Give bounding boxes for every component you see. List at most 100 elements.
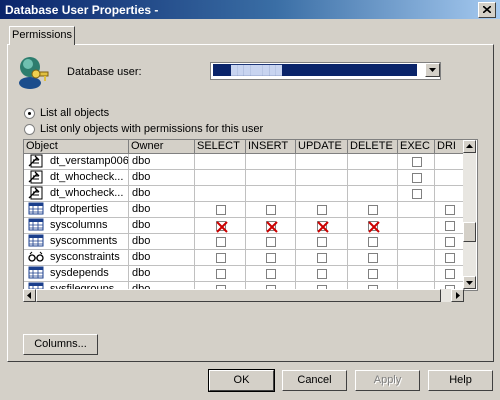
permission-cell [246, 266, 296, 282]
permission-checkbox[interactable] [412, 189, 422, 199]
deny-checkbox[interactable] [368, 221, 380, 233]
column-header-exec[interactable]: EXEC [398, 140, 435, 154]
owner-cell: dbo [129, 218, 195, 234]
object-cell[interactable]: syscolumns [24, 218, 129, 234]
permission-cell [435, 202, 465, 218]
permission-cell [195, 186, 246, 202]
column-header-owner[interactable]: Owner [129, 140, 195, 154]
owner-cell: dbo [129, 202, 195, 218]
permission-checkbox[interactable] [445, 269, 455, 279]
permission-checkbox[interactable] [368, 253, 378, 263]
permission-checkbox[interactable] [445, 237, 455, 247]
column-header-insert[interactable]: INSERT [246, 140, 296, 154]
permission-checkbox[interactable] [317, 237, 327, 247]
permission-cell [398, 170, 435, 186]
permission-cell [435, 154, 465, 170]
permission-checkbox[interactable] [412, 157, 422, 167]
owner-cell: dbo [129, 234, 195, 250]
object-cell[interactable]: sysconstraints [24, 250, 129, 266]
object-cell[interactable]: dt_whocheck... [24, 186, 129, 202]
owner-cell: dbo [129, 154, 195, 170]
permission-cell [246, 250, 296, 266]
permission-checkbox[interactable] [216, 205, 226, 215]
permission-checkbox[interactable] [317, 253, 327, 263]
permission-checkbox[interactable] [216, 269, 226, 279]
permission-checkbox[interactable] [317, 205, 327, 215]
radio-list-all-label[interactable]: List all objects [40, 107, 109, 119]
chevron-down-icon [429, 68, 436, 72]
object-cell[interactable]: sysdepends [24, 266, 129, 282]
permission-checkbox[interactable] [317, 269, 327, 279]
database-user-select[interactable]: ████████ [210, 62, 441, 80]
close-icon [483, 6, 491, 13]
tab-permissions[interactable]: Permissions [9, 26, 75, 45]
stored-procedure-icon [28, 154, 44, 168]
radio-list-permitted[interactable] [24, 124, 35, 135]
deny-x-icon [266, 221, 278, 233]
permission-checkbox[interactable] [368, 237, 378, 247]
horizontal-scrollbar[interactable] [23, 289, 464, 302]
permission-cell [246, 218, 296, 234]
permission-cell [246, 186, 296, 202]
cancel-button[interactable]: Cancel [282, 370, 347, 391]
object-name: syscomments [50, 235, 118, 247]
column-header-update[interactable]: UPDATE [296, 140, 348, 154]
permission-checkbox[interactable] [266, 205, 276, 215]
scroll-left-button[interactable] [23, 289, 36, 302]
permission-cell [435, 170, 465, 186]
horizontal-scroll-thumb[interactable] [36, 289, 441, 302]
arrow-down-icon [466, 281, 473, 285]
radio-list-permitted-label[interactable]: List only objects with permissions for t… [40, 123, 263, 135]
scroll-thumb[interactable] [463, 222, 476, 242]
permission-checkbox[interactable] [368, 205, 378, 215]
close-button[interactable] [478, 2, 496, 18]
permission-checkbox[interactable] [445, 221, 455, 231]
permission-cell [398, 202, 435, 218]
column-header-delete[interactable]: DELETE [348, 140, 398, 154]
permission-checkbox[interactable] [266, 253, 276, 263]
object-name: sysdepends [50, 267, 109, 279]
permissions-grid[interactable]: Object Owner SELECT INSERT UPDATE DELETE… [23, 139, 478, 291]
permission-checkbox[interactable] [445, 205, 455, 215]
object-cell[interactable]: dt_verstamp006 [24, 154, 129, 170]
object-name: dt_verstamp006 [50, 155, 129, 167]
permission-checkbox[interactable] [266, 237, 276, 247]
help-button[interactable]: Help [428, 370, 493, 391]
permission-cell [348, 218, 398, 234]
object-name: dt_whocheck... [50, 187, 124, 199]
object-cell[interactable]: dt_whocheck... [24, 170, 129, 186]
scroll-right-button[interactable] [451, 289, 464, 302]
permission-checkbox[interactable] [412, 173, 422, 183]
permission-cell [195, 202, 246, 218]
object-cell[interactable]: syscomments [24, 234, 129, 250]
deny-checkbox[interactable] [317, 221, 329, 233]
object-cell[interactable]: dtproperties [24, 202, 129, 218]
dropdown-button[interactable] [425, 63, 440, 77]
vertical-scrollbar[interactable] [463, 140, 476, 289]
permission-checkbox[interactable] [216, 237, 226, 247]
permission-cell [296, 170, 348, 186]
permission-cell [348, 202, 398, 218]
columns-button[interactable]: Columns... [23, 334, 98, 355]
column-header-object[interactable]: Object [24, 140, 129, 154]
scroll-down-button[interactable] [463, 276, 476, 289]
deny-checkbox[interactable] [266, 221, 278, 233]
permission-checkbox[interactable] [445, 253, 455, 263]
column-header-select[interactable]: SELECT [195, 140, 246, 154]
column-header-dri[interactable]: DRI [435, 140, 465, 154]
ok-button[interactable]: OK [208, 369, 275, 392]
permission-cell [398, 250, 435, 266]
object-name: sysconstraints [50, 251, 120, 263]
table-icon [28, 218, 44, 232]
permission-cell [296, 186, 348, 202]
scroll-up-button[interactable] [463, 140, 476, 153]
permission-checkbox[interactable] [368, 269, 378, 279]
permission-cell [195, 250, 246, 266]
apply-button[interactable]: Apply [355, 370, 420, 391]
radio-selected-dot [28, 112, 31, 115]
permission-checkbox[interactable] [216, 253, 226, 263]
radio-list-all[interactable] [24, 108, 35, 119]
permission-checkbox[interactable] [266, 269, 276, 279]
deny-x-icon [368, 221, 380, 233]
deny-checkbox[interactable] [216, 221, 228, 233]
